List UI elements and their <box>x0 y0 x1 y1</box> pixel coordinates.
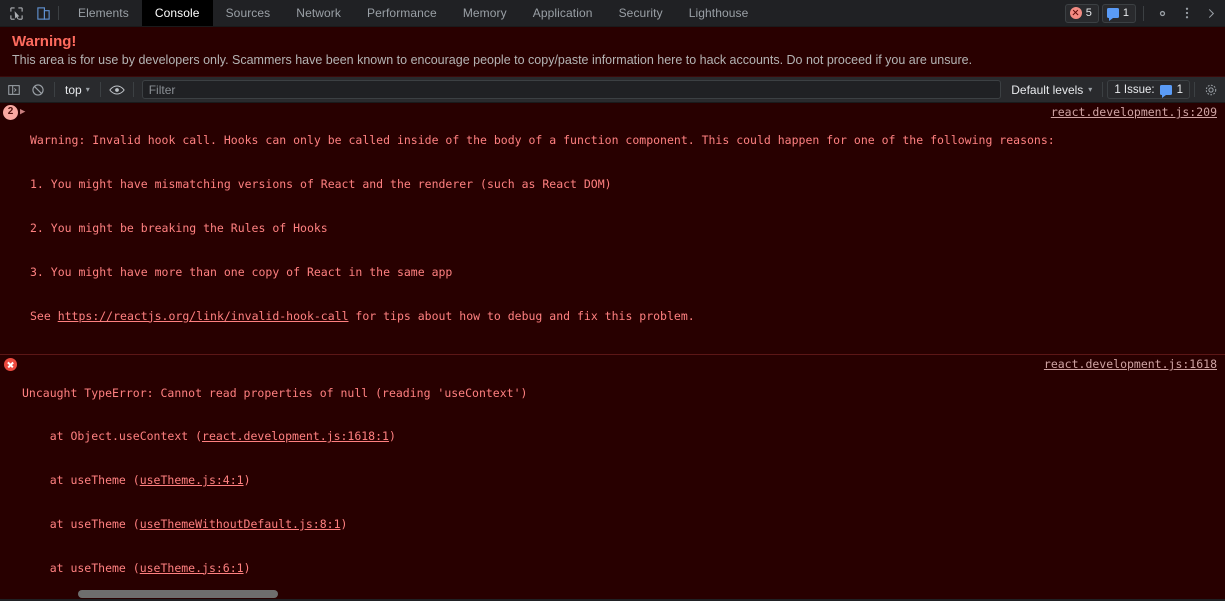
execution-context-label: top <box>65 82 82 97</box>
log-levels-label: Default levels <box>1011 82 1084 97</box>
tab-console[interactable]: Console <box>141 0 213 26</box>
tab-network[interactable]: Network <box>283 0 354 26</box>
filter-input[interactable] <box>141 80 1002 100</box>
inspect-element-icon[interactable] <box>8 5 25 22</box>
message-line: 1. You might have mismatching versions o… <box>30 177 612 192</box>
tab-memory[interactable]: Memory <box>450 0 520 26</box>
log-levels-selector[interactable]: Default levels ▾ <box>1005 80 1098 100</box>
execution-context-selector[interactable]: top ▾ <box>59 80 96 100</box>
tab-lighthouse[interactable]: Lighthouse <box>676 0 762 26</box>
clear-console-icon[interactable] <box>26 79 50 101</box>
warning-body: This area is for use by developers only.… <box>12 53 973 67</box>
message-icon <box>1159 84 1172 98</box>
toolbar-divider-3 <box>132 82 134 98</box>
device-toolbar-icon[interactable] <box>35 5 52 22</box>
message-count-label: 1 <box>1122 7 1129 19</box>
tab-performance[interactable]: Performance <box>354 0 450 26</box>
tabbar-right-divider <box>1143 5 1144 21</box>
stack-frame[interactable]: at Object.useContext (react.development.… <box>22 429 1025 444</box>
link[interactable]: useThemeWithoutDefault.js:8:1 <box>140 517 341 531</box>
console-message-list[interactable]: 2 ▶ Warning: Invalid hook call. Hooks ca… <box>0 103 1225 600</box>
tab-application[interactable]: Application <box>520 0 606 26</box>
link[interactable]: useTheme.js:4:1 <box>140 473 244 487</box>
tabbar-left-icons <box>0 0 56 26</box>
console-message-error[interactable]: Uncaught TypeError: Cannot read properti… <box>0 355 1225 600</box>
message-icon <box>1106 8 1119 21</box>
scrollbar-thumb[interactable] <box>78 590 278 599</box>
message-line-with-link: See https://reactjs.org/link/invalid-hoo… <box>30 308 695 323</box>
issues-button[interactable]: 1 Issue: 1 <box>1107 80 1190 100</box>
source-link[interactable]: react.development.js:1618 <box>1044 357 1217 372</box>
console-sidebar-icon[interactable] <box>2 79 26 101</box>
message-line: Warning: Invalid hook call. Hooks can on… <box>30 133 1055 148</box>
toolbar-divider-5 <box>1194 82 1195 98</box>
self-xss-warning-banner: Warning! This area is for use by develop… <box>0 27 1225 78</box>
error-count-pill[interactable]: 5 <box>1064 3 1099 23</box>
error-icon <box>1069 7 1082 19</box>
devtools-tabs: Elements Console Sources Network Perform… <box>65 0 761 26</box>
issues-label: 1 Issue: <box>1114 83 1155 96</box>
error-count-label: 5 <box>1085 7 1092 19</box>
tab-security[interactable]: Security <box>606 0 676 26</box>
toolbar-divider-4 <box>1102 82 1104 98</box>
tabbar-divider <box>58 6 59 20</box>
message-line: 2. You might be breaking the Rules of Ho… <box>30 221 328 235</box>
stack-frame[interactable]: at useTheme (useThemeWithoutDefault.js:8… <box>22 517 1025 532</box>
issues-count: 1 <box>1176 83 1183 96</box>
console-settings-gear-icon[interactable] <box>1199 79 1223 101</box>
close-icon[interactable] <box>1201 2 1223 24</box>
source-link[interactable]: react.development.js:209 <box>1051 105 1217 120</box>
chevron-down-icon: ▾ <box>85 85 90 95</box>
horizontal-scrollbar[interactable] <box>0 589 1225 600</box>
message-line: 3. You might have more than one copy of … <box>30 264 453 279</box>
gear-icon[interactable] <box>1151 2 1173 24</box>
expand-arrow-icon[interactable]: ▶ <box>20 105 25 120</box>
stack-frame[interactable]: at useTheme (useTheme.js:6:1) <box>22 561 1025 576</box>
message-count-pill[interactable]: 1 <box>1101 3 1136 23</box>
error-icon <box>4 358 17 372</box>
stack-frame[interactable]: at useTheme (useTheme.js:4:1) <box>22 473 1025 488</box>
live-expression-icon[interactable] <box>105 79 129 101</box>
console-toolbar: top ▾ Default levels ▾ 1 Issue: 1 <box>0 77 1225 104</box>
tabbar-right-icons: 5 1 <box>1064 0 1225 26</box>
console-message-text: Warning: Invalid hook call. Hooks can on… <box>0 104 1225 352</box>
devtools-tabbar: Elements Console Sources Network Perform… <box>0 0 1225 27</box>
tab-elements[interactable]: Elements <box>65 0 142 26</box>
warning-title: Warning! <box>12 33 77 50</box>
console-message-text: Uncaught TypeError: Cannot read properti… <box>0 356 1225 599</box>
console-message-warning[interactable]: 2 ▶ Warning: Invalid hook call. Hooks ca… <box>0 103 1225 356</box>
toolbar-divider-2 <box>99 82 101 98</box>
link[interactable]: react.development.js:1618:1 <box>202 429 389 443</box>
tab-sources[interactable]: Sources <box>213 0 284 26</box>
link[interactable]: https://reactjs.org/link/invalid-hook-ca… <box>58 309 349 323</box>
link[interactable]: useTheme.js:6:1 <box>140 561 244 575</box>
toolbar-divider-1 <box>54 82 55 98</box>
kebab-menu-icon[interactable] <box>1176 2 1198 24</box>
chevron-down-icon: ▾ <box>1088 85 1093 95</box>
message-line: Uncaught TypeError: Cannot read properti… <box>22 385 528 400</box>
